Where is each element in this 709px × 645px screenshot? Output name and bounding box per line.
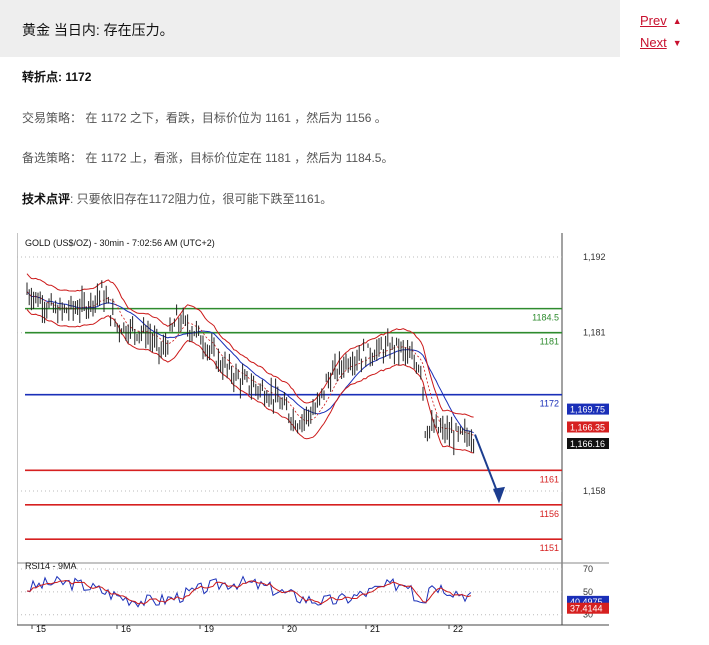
caret-down-icon: ▼ <box>672 38 682 48</box>
gold-chart-svg: GOLD (US$/OZ) - 30min - 7:02:56 AM (UTC+… <box>16 233 611 634</box>
comment-text: : 只要依旧存在1172阻力位，很可能下跌至1161。 <box>70 192 333 206</box>
pivot-point: 转折点: 1172 <box>22 68 91 85</box>
trading-strategy: 交易策略： 在 1172 之下，看跌，目标价位为 1161 ，然后为 1156 … <box>22 109 387 126</box>
level-label: 1181 <box>540 337 559 347</box>
next-label: Next <box>640 35 667 50</box>
alternative-strategy: 备选策略： 在 1172 上，看涨，目标价位定在 1181 ，然后为 1184.… <box>22 149 393 166</box>
price-tick: 1,181 <box>583 328 606 338</box>
prev-label: Prev <box>640 13 667 28</box>
price-tick: 1,192 <box>583 252 606 262</box>
time-tick-label: 22 <box>453 624 463 633</box>
pager-nav: Prev ▲ Next ▼ <box>640 10 682 54</box>
page-header: 黄金 当日内: 存在压力。 <box>0 0 620 57</box>
prev-link[interactable]: Prev ▲ <box>640 10 682 32</box>
level-label: 1151 <box>540 543 559 553</box>
rsi-label: RSI14 - 9MA <box>25 561 77 571</box>
price-tick: 1,158 <box>583 486 606 496</box>
rsi-tick: 50 <box>583 587 593 597</box>
time-tick-label: 16 <box>121 624 131 633</box>
level-label: 1161 <box>540 474 559 484</box>
strategy-text: 在 1172 之下，看跌，目标价位为 1161 ，然后为 1156 。 <box>85 111 387 125</box>
gold-chart: GOLD (US$/OZ) - 30min - 7:02:56 AM (UTC+… <box>16 233 611 634</box>
pivot-value: 1172 <box>65 70 92 84</box>
level-label: 1172 <box>540 399 559 409</box>
price-tag-label: 1,169.75 <box>570 405 605 415</box>
level-label: 1156 <box>540 509 559 519</box>
strategy-label: 交易策略： <box>22 111 83 125</box>
page-title: 黄金 当日内: 存在压力。 <box>22 22 174 38</box>
rsi-tag-label: 37.4144 <box>570 604 603 614</box>
pivot-label: 转折点: <box>22 70 62 84</box>
caret-up-icon: ▲ <box>672 16 682 26</box>
rsi-tick: 70 <box>583 564 593 574</box>
technical-comment: 技术点评: 只要依旧存在1172阻力位，很可能下跌至1161。 <box>22 190 332 207</box>
chart-header: GOLD (US$/OZ) - 30min - 7:02:56 AM (UTC+… <box>25 238 215 248</box>
comment-label: 技术点评 <box>22 192 71 206</box>
time-tick-label: 19 <box>204 624 214 633</box>
price-tag-label: 1,166.16 <box>570 439 605 449</box>
alternative-label: 备选策略： <box>22 151 83 165</box>
time-tick-label: 15 <box>36 624 46 633</box>
time-tick-label: 21 <box>370 624 380 633</box>
price-tag-label: 1,166.35 <box>570 422 605 432</box>
alternative-text: 在 1172 上，看涨，目标价位定在 1181 ，然后为 1184.5。 <box>85 151 394 165</box>
time-tick-label: 20 <box>287 624 297 633</box>
level-label: 1184.5 <box>532 313 559 323</box>
next-link[interactable]: Next ▼ <box>640 32 682 54</box>
